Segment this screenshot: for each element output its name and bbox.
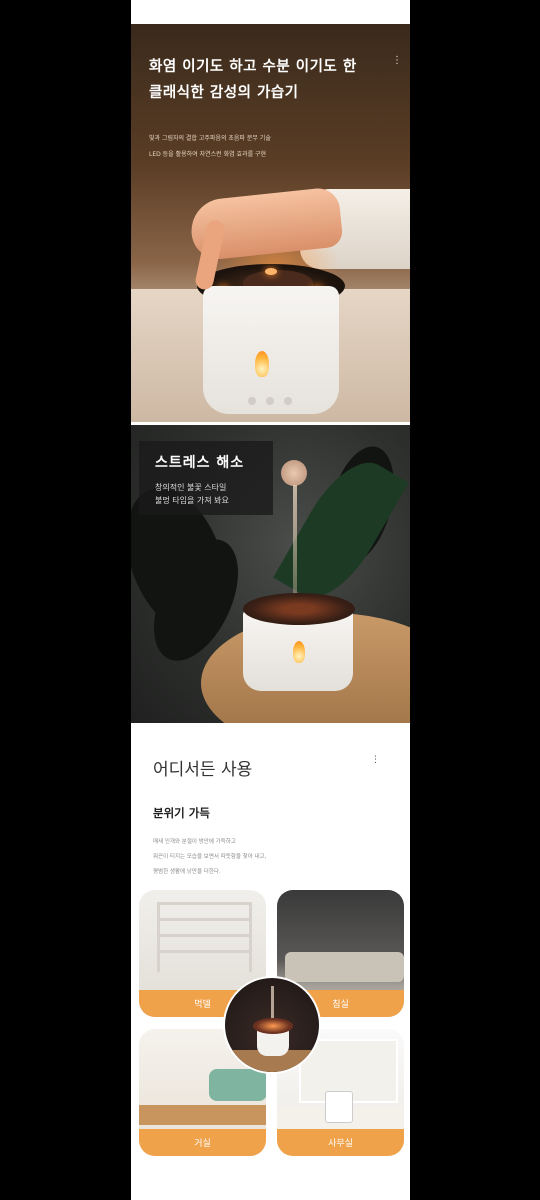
hero-title-line1: 화염 이기도 하고 수분 이기도 한	[149, 59, 357, 75]
hero-section: 화염 이기도 하고 수분 이기도 한 클래식한 감성의 가습기 빛과 그림자의 …	[131, 24, 410, 422]
ember	[265, 268, 277, 275]
shelf	[157, 902, 160, 972]
stress-desc-line1: 창의적인 불꽃 스타일	[155, 483, 227, 492]
shelf	[157, 950, 252, 953]
anywhere-desc-line1: 매새 인개와 분절이 방안에 가득하고	[153, 839, 236, 845]
hero-title: 화염 이기도 하고 수분 이기도 한 클래식한 감성의 가습기	[149, 54, 357, 106]
anywhere-section: 어디서든 사용 ⋮ 분위기 가득 매새 인개와 분절이 방안에 가득하고 뭐끈이…	[131, 723, 410, 1200]
anywhere-subtitle: 분위기 가득	[153, 806, 210, 820]
pen-cup	[325, 1091, 353, 1123]
hero-subtitle: 빛과 그림자의 결합 고주파음의 초음파 분무 기술 LED 등을 활용하여 자…	[149, 131, 271, 163]
humidifier-top	[253, 1018, 293, 1034]
mist-stream	[293, 485, 297, 605]
menu-dots-icon: ⋮	[392, 55, 402, 66]
card-label-living-room: 거실	[139, 1129, 266, 1156]
flame-icon	[255, 351, 269, 377]
control-buttons	[248, 397, 292, 407]
shelf	[157, 902, 252, 905]
card-label-office: 사무실	[277, 1129, 404, 1156]
humidifier-body	[203, 286, 339, 414]
bed	[285, 952, 404, 982]
hero-subtitle-line2: LED 등을 활용하여 자연스런 화염 효과를 구현	[149, 151, 267, 158]
hero-subtitle-line1: 빛과 그림자의 결합 고주파음의 초음파 분무 기술	[149, 135, 271, 142]
hero-title-line2: 클래식한 감성의 가습기	[149, 85, 299, 101]
flame-icon	[293, 641, 305, 663]
humidifier-top	[243, 593, 355, 625]
stress-caption-box: 스트레스 해소 창의적인 불꽃 스타일 불멍 타임을 가져 봐요	[139, 441, 273, 515]
coffee-table	[139, 1105, 266, 1125]
product-detail-page: 화염 이기도 하고 수분 이기도 한 클래식한 감성의 가습기 빛과 그림자의 …	[131, 0, 410, 1200]
anywhere-desc: 매새 인개와 분절이 방안에 가득하고 뭐끈이 티지는 모습을 보면서 따뜻함을…	[153, 835, 266, 880]
anywhere-title: 어디서든 사용	[153, 760, 253, 780]
shelf	[157, 918, 252, 921]
stress-section: 스트레스 해소 창의적인 불꽃 스타일 불멍 타임을 가져 봐요	[131, 425, 410, 723]
anywhere-desc-line2: 뭐끈이 티지는 모습을 보면서 따뜻함을 찾아 내고,	[153, 854, 267, 860]
mist-ring	[281, 460, 307, 486]
center-product-image	[223, 976, 321, 1074]
shelf	[157, 934, 252, 937]
stress-desc: 창의적인 불꽃 스타일 불멍 타임을 가져 봐요	[155, 481, 229, 507]
mist-stream	[271, 986, 274, 1020]
stress-title: 스트레스 해소	[155, 455, 245, 471]
stress-desc-line2: 불멍 타임을 가져 봐요	[155, 496, 229, 505]
anywhere-desc-line3: 평범한 생활에 낭만을 더한다.	[153, 869, 221, 875]
sofa	[209, 1069, 266, 1101]
shelf	[249, 902, 252, 972]
menu-dots-icon: ⋮	[371, 755, 380, 765]
